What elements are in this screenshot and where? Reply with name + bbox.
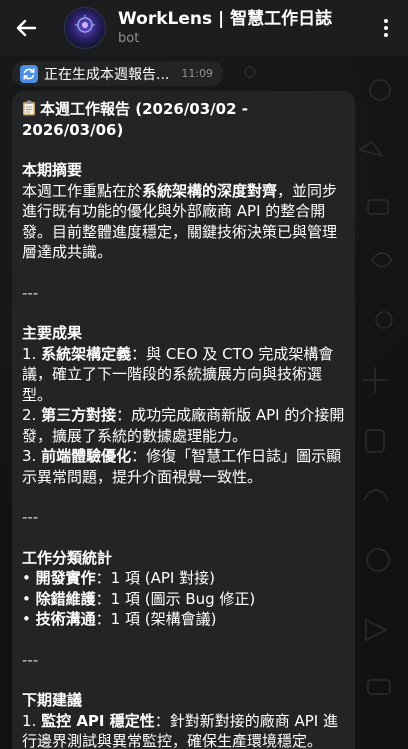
chat-subtitle: bot bbox=[118, 30, 140, 46]
report-message[interactable]: 本週工作報告 (2026/03/02 - 2026/03/06) 本期摘要 本週… bbox=[12, 91, 355, 749]
report-title: 本週工作報告 (2026/03/02 - 2026/03/06) bbox=[22, 100, 248, 139]
achievement-item: 1. 系統架構定義：與 CEO 及 CTO 完成架構會議，確立了下一階段的系統擴… bbox=[22, 344, 334, 404]
worklens-logo-icon bbox=[75, 15, 95, 33]
next-steps-heading: 下期建議 bbox=[22, 691, 83, 709]
refresh-icon bbox=[20, 64, 38, 83]
bot-avatar[interactable] bbox=[64, 7, 106, 49]
achievements-heading: 主要成果 bbox=[22, 324, 83, 342]
stats-heading: 工作分類統計 bbox=[22, 548, 113, 567]
back-arrow-icon bbox=[16, 19, 36, 37]
stats-item: • 除錯維護：1 項 (圖示 Bug 修正) bbox=[22, 589, 256, 608]
chat-header: WorkLens | 智慧工作日誌 bot bbox=[0, 0, 408, 56]
separator: --- bbox=[22, 650, 39, 669]
stats-item: • 開發實作：1 項 (API 對接) bbox=[22, 569, 215, 587]
chat-screen: WorkLens | 智慧工作日誌 bot 正在生成本週報告... 11:09 … bbox=[0, 0, 408, 749]
achievement-item: 3. 前端體驗優化：修復「智慧工作日誌」圖示顯示異常問題，提升介面視覺一致性。 bbox=[22, 447, 342, 486]
separator: --- bbox=[22, 508, 39, 526]
back-button[interactable] bbox=[0, 0, 52, 56]
summary-heading: 本期摘要 bbox=[22, 161, 83, 179]
separator: --- bbox=[22, 283, 39, 302]
more-vertical-icon bbox=[384, 19, 388, 37]
achievement-item: 2. 第三方對接：成功完成廠商新版 API 的介接開發，擴展了系統的數據處理能力… bbox=[22, 406, 345, 445]
message-timestamp: 11:09 bbox=[181, 67, 214, 80]
summary-text: 本週工作重點在於系統架構的深度對齊，並同步進行既有功能的優化與外部廠商 API … bbox=[22, 181, 338, 262]
more-options-button[interactable] bbox=[364, 0, 408, 56]
clipboard-icon bbox=[23, 100, 35, 116]
status-message[interactable]: 正在生成本週報告... 11:09 bbox=[12, 61, 224, 86]
status-text: 正在生成本週報告... bbox=[44, 66, 170, 83]
chat-title[interactable]: WorkLens | 智慧工作日誌 bbox=[118, 9, 364, 30]
stats-item: • 技術溝通：1 項 (架構會議) bbox=[22, 610, 217, 628]
next-steps-item: 1. 監控 API 穩定性：針對新對接的廠商 API 進行邊界測試與異常監控，確… bbox=[22, 711, 339, 749]
